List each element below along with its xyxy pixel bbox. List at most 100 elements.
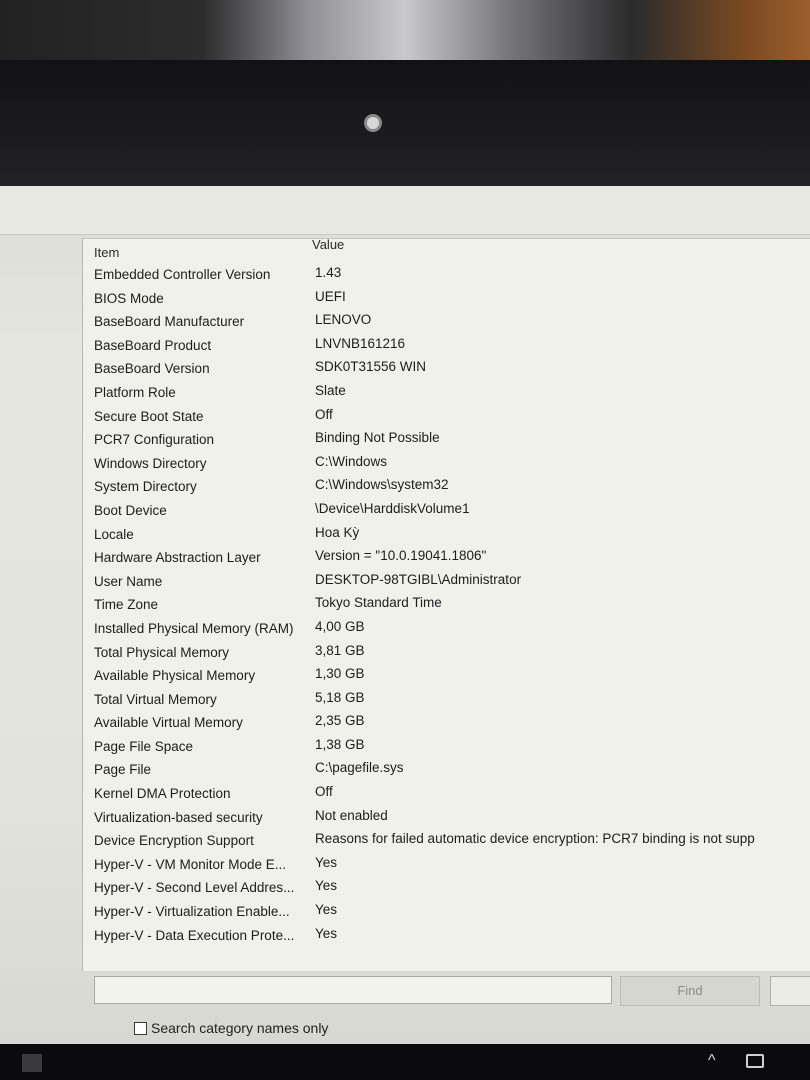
list-row[interactable]: Device Encryption Support Reasons for fai… (83, 831, 810, 855)
list-row[interactable]: Hardware Abstraction Layer Version = "10.… (83, 548, 810, 572)
row-item-name: Device Encryption Support (94, 833, 254, 849)
row-item-value: 1,38 GB (315, 736, 365, 752)
details-list[interactable]: Item Value Embedded Controller Version 1.… (82, 237, 810, 971)
row-item-value: 2,35 GB (315, 713, 365, 729)
list-row[interactable]: BaseBoard Version SDK0T31556 WIN (83, 359, 810, 383)
row-item-value: LENOVO (315, 312, 372, 328)
notification-icon[interactable] (746, 1054, 764, 1068)
row-item-value: \Device\HarddiskVolume1 (315, 500, 470, 516)
list-row[interactable]: Locale Hoa Kỳ (83, 525, 810, 549)
row-item-value: Off (315, 784, 333, 800)
list-row[interactable]: Total Virtual Memory 5,18 GB (83, 690, 810, 714)
column-header-value[interactable]: Value (312, 231, 344, 259)
row-item-value: Hoa Kỳ (315, 524, 360, 540)
row-item-name: Available Virtual Memory (94, 715, 243, 731)
row-item-value: Slate (315, 382, 346, 398)
list-row[interactable]: PCR7 Configuration Binding Not Possible (83, 430, 810, 454)
list-row[interactable]: BaseBoard Manufacturer LENOVO (83, 312, 810, 336)
search-category-option[interactable]: Search category names only (134, 1018, 328, 1038)
list-row[interactable]: Page File C:\pagefile.sys (83, 760, 810, 784)
row-item-name: BaseBoard Version (94, 361, 210, 377)
row-item-value: Version = "10.0.19041.1806" (315, 548, 487, 564)
row-item-value: C:\pagefile.sys (315, 760, 404, 776)
row-item-value: Yes (315, 902, 338, 918)
list-row[interactable]: Hyper-V - VM Monitor Mode E... Yes (83, 855, 810, 879)
row-item-name: Installed Physical Memory (RAM) (94, 620, 294, 636)
find-button[interactable]: Find (620, 976, 760, 1006)
row-item-value: UEFI (315, 288, 346, 304)
row-item-name: User Name (94, 573, 163, 589)
row-item-name: Page File (94, 762, 152, 778)
window-top-area (0, 186, 810, 235)
row-item-value: C:\Windows\system32 (315, 477, 449, 493)
row-item-name: Hyper-V - Virtualization Enable... (94, 904, 290, 920)
list-row[interactable]: Hyper-V - Second Level Addres... Yes (83, 878, 810, 902)
webcam-icon (364, 114, 382, 132)
chevron-up-icon[interactable]: ^ (708, 1052, 716, 1070)
list-row[interactable]: System Directory C:\Windows\system32 (83, 477, 810, 501)
details-rows: Embedded Controller Version 1.43 BIOS Mode… (83, 265, 810, 949)
row-item-name: Hyper-V - Data Execution Prote... (94, 927, 295, 943)
row-item-value: Tokyo Standard Time (315, 595, 442, 611)
row-item-value: Yes (315, 925, 338, 941)
find-what-input[interactable] (94, 976, 612, 1004)
row-item-name: BIOS Mode (94, 290, 164, 306)
row-item-value: Yes (315, 854, 338, 870)
list-row[interactable]: Embedded Controller Version 1.43 (83, 265, 810, 289)
row-item-value: C:\Windows (315, 453, 388, 469)
row-item-name: Locale (94, 526, 134, 542)
row-item-value: 1,30 GB (315, 666, 365, 682)
list-row[interactable]: Total Physical Memory 3,81 GB (83, 643, 810, 667)
list-row[interactable]: Hyper-V - Virtualization Enable... Yes (83, 902, 810, 926)
row-item-value: Off (315, 406, 333, 422)
row-item-name: Boot Device (94, 502, 167, 518)
row-item-value: Reasons for failed automatic device encr… (315, 831, 755, 847)
row-item-value: Yes (315, 878, 338, 894)
list-row[interactable]: Time Zone Tokyo Standard Time (83, 595, 810, 619)
row-item-name: Hardware Abstraction Layer (94, 550, 261, 566)
row-item-name: System Directory (94, 479, 197, 495)
row-item-name: Time Zone (94, 597, 159, 613)
list-row[interactable]: Installed Physical Memory (RAM) 4,00 GB (83, 619, 810, 643)
row-item-value: 3,81 GB (315, 642, 365, 658)
row-item-name: Total Physical Memory (94, 644, 230, 660)
row-item-name: Secure Boot State (94, 408, 204, 424)
row-item-name: Total Virtual Memory (94, 691, 217, 707)
row-item-name: Kernel DMA Protection (94, 786, 231, 802)
row-item-value: DESKTOP-98TGIBL\Administrator (315, 571, 522, 587)
list-row[interactable]: BaseBoard Product LNVNB161216 (83, 336, 810, 360)
row-item-value: Binding Not Possible (315, 430, 440, 446)
row-item-value: LNVNB161216 (315, 335, 406, 351)
list-row[interactable]: Windows Directory C:\Windows (83, 454, 810, 478)
row-item-value: SDK0T31556 WIN (315, 359, 427, 375)
row-item-name: Available Physical Memory (94, 668, 256, 684)
taskbar: ^ (0, 1044, 810, 1080)
column-header-item[interactable]: Item (94, 239, 119, 267)
search-category-checkbox[interactable] (134, 1021, 147, 1035)
row-item-name: BaseBoard Product (94, 337, 212, 353)
list-row[interactable]: Available Virtual Memory 2,35 GB (83, 713, 810, 737)
list-row[interactable]: Kernel DMA Protection Off (83, 784, 810, 808)
row-item-name: Page File Space (94, 738, 194, 754)
row-item-name: Hyper-V - VM Monitor Mode E... (94, 856, 287, 872)
list-row[interactable]: Available Physical Memory 1,30 GB (83, 666, 810, 690)
row-item-value: 5,18 GB (315, 689, 365, 705)
row-item-value: Not enabled (315, 807, 388, 823)
row-item-name: Platform Role (94, 384, 176, 400)
row-item-value: 1.43 (315, 265, 342, 280)
row-item-name: Hyper-V - Second Level Addres... (94, 880, 295, 896)
list-row[interactable]: Virtualization-based security Not enabled (83, 808, 810, 832)
app-icon[interactable] (22, 1054, 42, 1072)
list-row[interactable]: BIOS Mode UEFI (83, 289, 810, 313)
list-row[interactable]: User Name DESKTOP-98TGIBL\Administrator (83, 572, 810, 596)
system-information-window: Item Value Embedded Controller Version 1.… (0, 186, 810, 1046)
list-row[interactable]: Platform Role Slate (83, 383, 810, 407)
list-row[interactable]: Hyper-V - Data Execution Prote... Yes (83, 926, 810, 950)
row-item-name: Virtualization-based security (94, 809, 263, 825)
list-row[interactable]: Boot Device \Device\HarddiskVolume1 (83, 501, 810, 525)
row-item-name: Embedded Controller Version (94, 267, 271, 282)
search-category-label: Search category names only (151, 1020, 329, 1036)
list-row[interactable]: Page File Space 1,38 GB (83, 737, 810, 761)
close-find-button[interactable] (770, 976, 810, 1006)
list-row[interactable]: Secure Boot State Off (83, 407, 810, 431)
